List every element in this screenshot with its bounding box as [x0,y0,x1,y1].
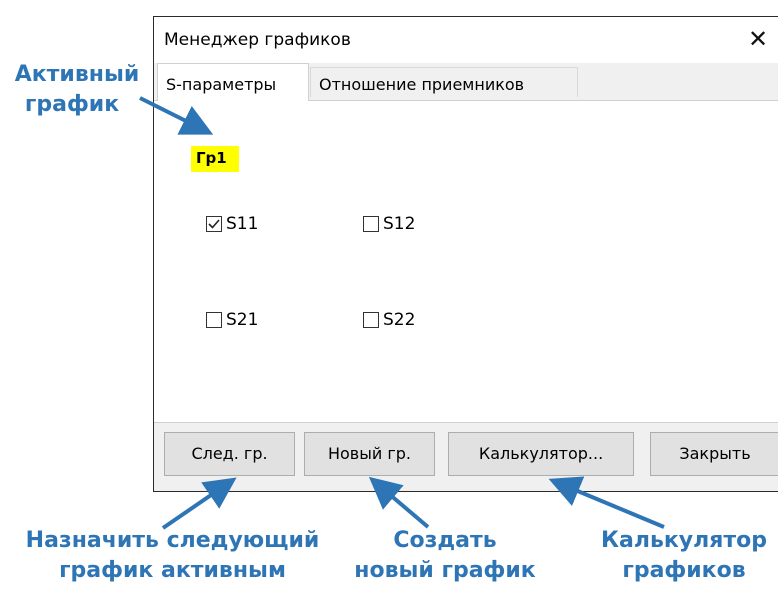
annotation-next-graph: Назначить следующий график активным [0,526,345,586]
checkbox-label: S21 [226,310,259,330]
annotation-line: графиков [622,558,746,583]
checkbox-label: S11 [226,214,259,234]
tab-receiver-ratio[interactable]: Отношение приемников [310,67,578,97]
next-graph-button[interactable]: След. гр. [164,432,295,476]
active-graph-label: Гр1 [191,146,239,172]
annotation-calculator: Калькулятор графиков [592,526,776,586]
checkbox-label: S22 [383,310,416,330]
new-graph-button[interactable]: Новый гр. [304,432,435,476]
annotation-line: Создать [393,528,497,553]
checkbox-s21[interactable]: S21 [206,310,258,330]
tab-label: Отношение приемников [319,75,525,94]
annotation-line: график активным [59,558,286,583]
tab-panel: Гр1 S11 S12 S21 S22 [154,100,778,423]
checkbox-checked-icon[interactable] [206,216,222,232]
checkbox-label: S12 [383,214,416,234]
checkbox-s11[interactable]: S11 [206,214,258,234]
checkbox-s22[interactable]: S22 [363,310,415,330]
annotation-line: новый график [354,558,536,583]
close-icon[interactable]: ✕ [748,27,768,51]
checkbox-unchecked-icon[interactable] [363,312,379,328]
window-title: Менеджер графиков [164,30,351,50]
annotation-line: график [24,92,120,117]
tab-s-parameters[interactable]: S-параметры [157,63,309,101]
close-button[interactable]: Закрыть [650,432,778,476]
annotation-line: Назначить следующий [25,528,320,553]
tab-label: S-параметры [166,75,277,94]
graph-manager-window: Менеджер графиков ✕ S-параметры Отношени… [153,16,778,492]
annotation-line: Калькулятор [601,528,767,553]
annotation-active-graph: Активный график [2,60,152,120]
checkbox-unchecked-icon[interactable] [206,312,222,328]
checkbox-s12[interactable]: S12 [363,214,415,234]
annotation-new-graph: Создать новый график [335,526,555,586]
calculator-button[interactable]: Калькулятор... [448,432,634,476]
tab-strip: S-параметры Отношение приемников [154,63,778,101]
checkbox-unchecked-icon[interactable] [363,216,379,232]
title-bar: Менеджер графиков ✕ [154,17,778,63]
annotation-line: Активный [14,62,140,87]
